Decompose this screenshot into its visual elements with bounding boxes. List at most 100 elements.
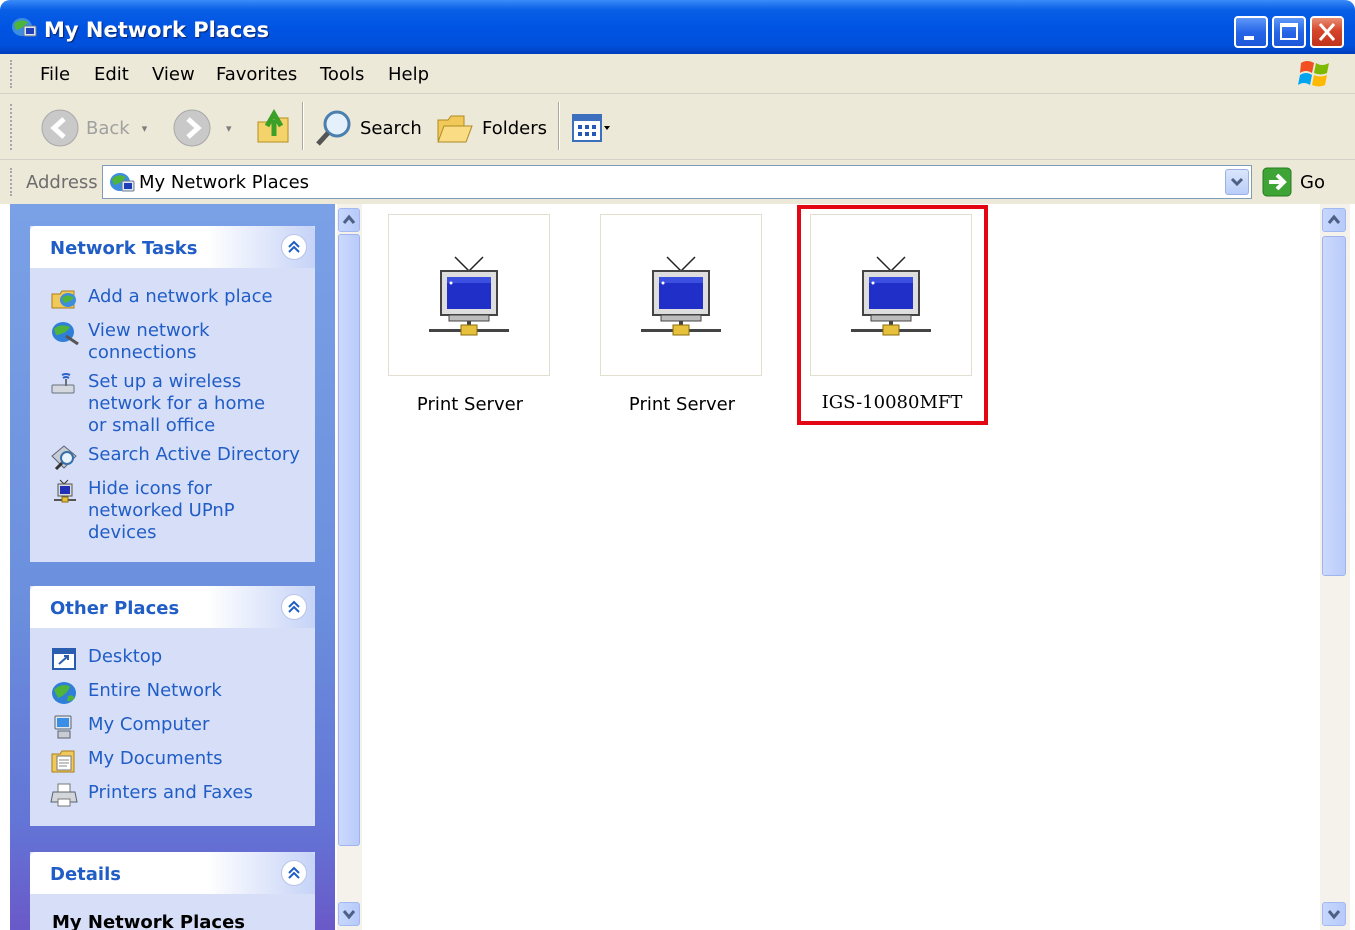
details-title: Details	[50, 864, 121, 885]
file-view-scrollbar[interactable]	[1320, 204, 1350, 930]
go-button[interactable]: Go	[1262, 167, 1325, 197]
address-grip[interactable]	[10, 168, 13, 196]
globe-icon	[52, 682, 76, 704]
up-folder-button[interactable]	[254, 106, 294, 148]
folders-button[interactable]: Folders	[436, 108, 547, 148]
collapse-details-button[interactable]	[281, 860, 307, 886]
menu-bar: File Edit View Favorites Tools Help	[0, 54, 1355, 94]
task-label: Hide icons for networked UPnP devices	[88, 478, 235, 543]
upnp-device-icon	[429, 256, 509, 336]
chevron-down-icon	[342, 910, 356, 920]
item-thumbnail	[600, 214, 762, 376]
toolbar-grip[interactable]	[10, 104, 13, 150]
scroll-thumb[interactable]	[338, 234, 360, 846]
task-label: Add a network place	[88, 286, 273, 307]
forward-dropdown-icon[interactable]: ▾	[226, 122, 232, 135]
task-search-active-directory[interactable]: Search Active Directory	[50, 444, 300, 470]
documents-icon	[51, 750, 75, 773]
go-label: Go	[1300, 171, 1325, 193]
title-bar[interactable]: My Network Places	[0, 0, 1355, 54]
chevron-up-icon	[288, 866, 300, 879]
back-dropdown-icon[interactable]: ▾	[142, 122, 148, 135]
item-label: Print Server	[416, 394, 524, 415]
place-my-documents[interactable]: My Documents	[50, 748, 223, 774]
place-entire-network[interactable]: Entire Network	[50, 680, 222, 706]
back-label: Back	[86, 117, 130, 139]
task-view-network-connections[interactable]: View network connections	[50, 320, 250, 364]
address-value: My Network Places	[139, 172, 310, 193]
place-label: Entire Network	[88, 680, 222, 701]
network-tasks-panel: Network Tasks Add a network place View n…	[30, 226, 315, 562]
menu-edit[interactable]: Edit	[94, 64, 129, 85]
details-header[interactable]: Details	[30, 852, 315, 894]
chevron-up-icon	[1327, 214, 1341, 224]
address-label: Address	[26, 172, 98, 193]
maximize-button[interactable]	[1272, 16, 1306, 48]
chevron-down-icon	[1230, 177, 1244, 187]
computer-icon	[54, 715, 72, 739]
menu-view[interactable]: View	[152, 64, 195, 85]
scroll-down-button[interactable]	[1322, 902, 1346, 926]
selection-highlight-box	[797, 205, 988, 425]
task-set-up-wireless-network[interactable]: Set up a wireless network for a home or …	[50, 371, 300, 437]
add-network-place-icon	[51, 290, 76, 309]
network-places-icon	[110, 173, 135, 192]
printer-icon	[50, 783, 78, 807]
search-directory-icon	[51, 445, 77, 470]
file-view: Print Server Print Server IGS-10080MFT	[362, 204, 1320, 930]
window-title: My Network Places	[44, 18, 270, 42]
network-connections-icon	[52, 322, 79, 346]
details-name: My Network Places	[52, 912, 245, 930]
collapse-other-places-button[interactable]	[281, 594, 307, 620]
task-label: Set up a wireless network for a home or …	[88, 371, 266, 436]
scroll-up-button[interactable]	[338, 208, 360, 232]
upnp-device-icon	[641, 256, 721, 336]
place-label: My Computer	[88, 714, 210, 735]
place-label: Printers and Faxes	[88, 782, 253, 803]
other-places-title: Other Places	[50, 598, 180, 619]
other-places-panel: Other Places Desktop Entire Network My C…	[30, 586, 315, 826]
task-pane-scrollbar[interactable]	[337, 204, 362, 930]
back-button[interactable]: Back ▾	[40, 108, 147, 148]
place-desktop[interactable]: Desktop	[50, 646, 162, 672]
address-dropdown-button[interactable]	[1225, 169, 1249, 195]
menu-help[interactable]: Help	[388, 64, 429, 85]
address-bar: Address My Network Places Go	[0, 160, 1355, 204]
menu-tools[interactable]: Tools	[320, 64, 364, 85]
upnp-device-icon	[54, 479, 76, 503]
task-label: View network connections	[88, 320, 210, 363]
place-label: Desktop	[88, 646, 163, 667]
menu-favorites[interactable]: Favorites	[216, 64, 297, 85]
chevron-down-icon	[1327, 910, 1341, 920]
address-input[interactable]: My Network Places	[102, 165, 1252, 199]
item-thumbnail	[388, 214, 550, 376]
search-button[interactable]: Search	[314, 108, 422, 148]
forward-button[interactable]: ▾	[172, 108, 232, 148]
views-button[interactable]	[572, 114, 612, 144]
chevron-up-icon	[342, 214, 356, 224]
menu-file[interactable]: File	[40, 64, 70, 85]
toolbar: Back ▾ ▾ Search Folders	[0, 94, 1355, 160]
scroll-thumb[interactable]	[1322, 236, 1346, 576]
place-my-computer[interactable]: My Computer	[50, 714, 209, 740]
task-add-network-place[interactable]: Add a network place	[50, 286, 273, 312]
details-panel: Details My Network Places	[30, 852, 315, 930]
minimize-button[interactable]	[1234, 16, 1268, 48]
search-label: Search	[360, 117, 422, 139]
folders-icon	[437, 115, 473, 143]
place-printers-and-faxes[interactable]: Printers and Faxes	[50, 782, 253, 808]
views-icon	[572, 114, 610, 142]
search-icon	[316, 110, 351, 146]
back-arrow-icon	[41, 109, 79, 147]
scroll-down-button[interactable]	[338, 902, 360, 926]
task-hide-upnp-icons[interactable]: Hide icons for networked UPnP devices	[50, 478, 300, 544]
close-button[interactable]	[1310, 16, 1344, 48]
other-places-header[interactable]: Other Places	[30, 586, 315, 628]
network-tasks-title: Network Tasks	[50, 238, 198, 259]
toolbar-separator	[558, 102, 560, 150]
network-tasks-header[interactable]: Network Tasks	[30, 226, 315, 268]
menubar-grip[interactable]	[10, 60, 13, 88]
scroll-up-button[interactable]	[1322, 208, 1346, 232]
collapse-network-tasks-button[interactable]	[281, 234, 307, 260]
folders-label: Folders	[482, 117, 548, 139]
